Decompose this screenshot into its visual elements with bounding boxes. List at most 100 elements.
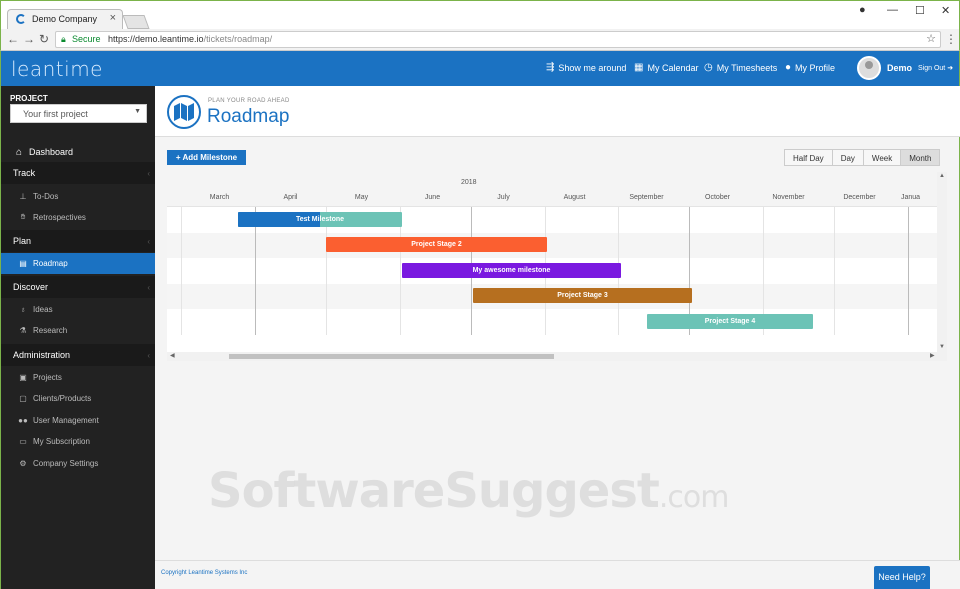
scroll-up-icon[interactable]: ▲ (939, 173, 945, 179)
lock-icon: 🔒︎ (61, 34, 66, 44)
project-label: PROJECT (10, 94, 48, 103)
close-window-icon[interactable]: ✕ (941, 4, 950, 17)
gantt-month: July (497, 194, 510, 201)
maximize-icon[interactable]: ☐ (915, 4, 925, 17)
chevron-icon: ‹ (147, 168, 150, 178)
bookmark-star-icon[interactable]: ☆ (926, 32, 936, 45)
footer: Copyright Leantime Systems Inc Need Help… (155, 560, 960, 589)
sidebar-section-discover[interactable]: Discover ‹ (1, 276, 156, 298)
scale-half-day-button[interactable]: Half Day (784, 149, 833, 166)
gantt-month: Janua (901, 194, 921, 201)
main-content: PLAN YOUR ROAD AHEAD Roadmap + Add Miles… (155, 86, 960, 589)
gantt-horizontal-scrollbar[interactable]: ◀ ▶ (167, 352, 947, 361)
view-scale-toggle: Half Day Day Week Month (784, 149, 941, 166)
gantt-month: August (563, 194, 586, 201)
scroll-right-icon[interactable]: ▶ (930, 352, 935, 359)
milestone-bar-project-stage-4[interactable]: Project Stage 4 (647, 314, 813, 329)
close-tab-icon[interactable]: × (110, 12, 116, 24)
milestone-bar-my-awesome-milestone[interactable]: My awesome milestone (402, 263, 621, 278)
add-milestone-button[interactable]: + Add Milestone (167, 150, 246, 165)
gantt-month: November (772, 194, 805, 201)
scroll-down-icon[interactable]: ▼ (939, 344, 945, 350)
browser-tabbar: Demo Company × ● — ☐ ✕ (0, 0, 960, 30)
sidebar-item-retrospectives[interactable]: ✋︎ Retrospectives (1, 207, 156, 227)
avatar[interactable] (857, 56, 881, 80)
need-help-button[interactable]: Need Help? (874, 566, 930, 589)
leantime-logo[interactable]: leantime (11, 57, 103, 81)
chevron-icon: ‹ (147, 236, 150, 246)
users-icon: ●● (18, 415, 28, 425)
page-title: Roadmap (207, 106, 290, 127)
url-input[interactable]: 🔒︎ Secure https://demo.leantime.io/ticke… (55, 31, 941, 48)
milestone-bar-test-milestone[interactable]: Test Milestone (238, 212, 402, 227)
sidebar-section-track[interactable]: Track ‹ (1, 162, 156, 184)
gantt-month: May (354, 194, 369, 201)
scroll-left-icon[interactable]: ◀ (170, 352, 175, 359)
sidebar-section-administration[interactable]: Administration ‹ (1, 344, 156, 366)
scale-day-button[interactable]: Day (831, 149, 864, 166)
gears-icon: ⚙︎ (19, 458, 27, 468)
calendar-icon: ▦ (634, 62, 644, 73)
scale-week-button[interactable]: Week (862, 149, 902, 166)
account-icon[interactable]: ● (859, 4, 866, 16)
user-icon: ● (785, 62, 792, 73)
sidebar-section-plan[interactable]: Plan ‹ (1, 230, 156, 252)
new-tab-button[interactable] (122, 15, 150, 29)
briefcase-icon: ▣ (19, 372, 27, 382)
my-timesheets-link[interactable]: ◷ My Timesheets (704, 62, 777, 73)
credit-card-icon: ▭ (19, 436, 27, 446)
sign-out-link[interactable]: Sign Out ➜ (918, 64, 953, 72)
copyright-text: Copyright Leantime Systems Inc (161, 570, 248, 576)
map-icon: ▤ (19, 259, 27, 268)
scale-month-button[interactable]: Month (900, 149, 941, 166)
gantt-chart: 2018 March April May June July August Se… (167, 172, 947, 361)
gantt-month: June (424, 194, 441, 201)
hand-icon: ✋︎ (20, 212, 26, 221)
gantt-gridline (834, 207, 835, 335)
sidebar-item-projects[interactable]: ▣ Projects (1, 367, 156, 387)
sidebar-item-clients[interactable]: ▢ Clients/Products (1, 388, 156, 408)
sidebar-item-company-settings[interactable]: ⚙︎ Company Settings (1, 453, 156, 473)
pin-icon: ⊥ (19, 191, 27, 201)
sidebar-item-research[interactable]: ⚗︎ Research (1, 320, 156, 340)
clock-icon: ◷ (704, 62, 713, 73)
back-icon[interactable]: ← (7, 32, 19, 46)
gantt-year-header: 2018 (167, 172, 937, 189)
gantt-gridline (181, 207, 182, 335)
minimize-icon[interactable]: — (887, 4, 898, 16)
sidebar-item-roadmap[interactable]: ▤ Roadmap (1, 253, 156, 274)
sidebar-item-subscription[interactable]: ▭ My Subscription (1, 431, 156, 451)
gantt-month: April (283, 194, 298, 201)
sidebar-item-todos[interactable]: ⊥ To-Dos (1, 186, 156, 206)
show-me-around-link[interactable]: ⇶ Show me around (546, 62, 626, 73)
map-icon (167, 95, 201, 129)
gantt-month-header: March April May June July August Septemb… (167, 189, 937, 207)
milestone-bar-project-stage-2[interactable]: Project Stage 2 (326, 237, 547, 252)
my-calendar-link[interactable]: ▦ My Calendar (634, 62, 698, 73)
gantt-year: 2018 (461, 179, 477, 186)
browser-tab[interactable]: Demo Company × (7, 9, 123, 30)
sidebar-item-user-management[interactable]: ●● User Management (1, 410, 156, 430)
gantt-vertical-scrollbar[interactable]: ▲ ▼ (937, 172, 947, 352)
gantt-row (167, 309, 937, 335)
home-icon: ⌂ (15, 146, 23, 158)
menu-icon[interactable]: ⋮ (945, 32, 957, 46)
project-select[interactable]: Your first project ▼ (10, 104, 147, 123)
sidebar-item-ideas[interactable]: ♁ Ideas (1, 299, 156, 319)
reload-icon[interactable]: ↻ (39, 32, 49, 46)
chevron-icon: ‹ (147, 350, 150, 360)
sidebar-item-dashboard[interactable]: ⌂ Dashboard (1, 141, 156, 163)
scrollbar-thumb[interactable] (229, 354, 554, 359)
sign-out-icon: ➜ (947, 65, 954, 72)
forward-icon[interactable]: → (23, 32, 35, 46)
milestone-bar-project-stage-3[interactable]: Project Stage 3 (473, 288, 692, 303)
my-profile-link[interactable]: ● My Profile (785, 62, 835, 73)
username: Demo (887, 63, 913, 73)
lightbulb-icon: ♁ (20, 304, 26, 314)
app-header: leantime ⇶ Show me around ▦ My Calendar … (0, 51, 960, 86)
leantime-favicon-icon (16, 14, 26, 24)
watermark: SoftwareSuggest.com (208, 463, 729, 519)
secure-label: Secure (72, 34, 101, 44)
sidebar: PROJECT Your first project ▼ ⌂ Dashboard… (0, 86, 156, 589)
gantt-month: December (843, 194, 876, 201)
